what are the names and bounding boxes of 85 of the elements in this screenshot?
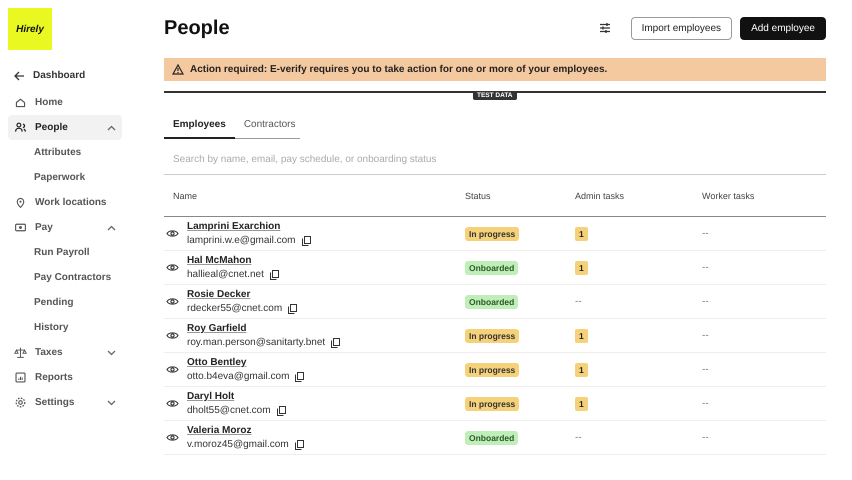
copy-icon[interactable] xyxy=(331,338,340,348)
task-count: 1 xyxy=(575,362,588,376)
nav-item[interactable]: People xyxy=(8,115,122,140)
people-icon xyxy=(14,121,27,134)
status-badge: In progress xyxy=(465,396,520,410)
eye-icon[interactable] xyxy=(166,399,179,408)
copy-icon[interactable] xyxy=(288,304,298,314)
nav-item[interactable]: Taxes xyxy=(8,340,122,365)
scales-icon xyxy=(14,346,27,359)
employee-email: roy.man.person@sanitarty.bnet xyxy=(187,337,326,348)
nav-item[interactable]: Pay xyxy=(8,215,122,240)
employee-name-link[interactable]: Daryl Holt xyxy=(187,391,286,402)
copy-icon[interactable] xyxy=(302,236,311,246)
table-cell: -- xyxy=(702,432,709,443)
table-cell: -- xyxy=(702,262,709,273)
nav-subitem[interactable]: History xyxy=(8,315,122,340)
search-field[interactable]: Search by name, email, pay schedule, or onboarding status xyxy=(164,145,826,175)
copy-icon[interactable] xyxy=(295,372,304,382)
table-cell: -- xyxy=(702,228,709,239)
task-count: 1 xyxy=(575,226,588,240)
status-badge: Onboarded xyxy=(465,294,518,308)
status-badge: In progress xyxy=(465,362,520,376)
table-cell: -- xyxy=(702,364,709,375)
tab[interactable]: Employees xyxy=(164,112,235,139)
settings-icon xyxy=(14,396,27,409)
import-button[interactable]: Import employees xyxy=(630,16,732,40)
task-count: 1 xyxy=(575,396,588,410)
employee-email: otto.b4eva@gmail.com xyxy=(187,371,290,382)
nav-item[interactable]: Work locations xyxy=(8,190,122,215)
alert-message: Action required: E-verify requires you to take action for one or more of your employees. xyxy=(190,64,608,75)
eye-icon[interactable] xyxy=(166,263,179,272)
status-badge: In progress xyxy=(465,226,520,240)
employee-email: hallieal@cnet.net xyxy=(187,269,264,280)
logo[interactable]: Hirely xyxy=(8,8,52,50)
employee-name-link[interactable]: Valeria Moroz xyxy=(187,425,304,436)
eye-icon[interactable] xyxy=(166,297,179,306)
nav-subitem[interactable]: Run Payroll xyxy=(8,240,122,265)
chart-icon xyxy=(14,371,27,384)
employee-email: rdecker55@cnet.com xyxy=(187,303,282,314)
back-link[interactable]: Dashboard xyxy=(8,63,122,88)
eye-icon[interactable] xyxy=(166,331,179,340)
employee-name-link[interactable]: Roy Garfield xyxy=(187,323,340,334)
nav-item[interactable]: Home xyxy=(8,90,122,115)
table-cell: -- xyxy=(575,296,582,307)
nav-subitem[interactable]: Pending xyxy=(8,290,122,315)
column-header: Status xyxy=(456,175,566,217)
status-badge: Onboarded xyxy=(465,430,518,444)
column-header: Name xyxy=(164,175,456,217)
tab[interactable]: Contractors xyxy=(234,112,304,139)
employee-name-link[interactable]: Lamprini Exarchion xyxy=(187,221,311,232)
table-cell: -- xyxy=(702,296,709,307)
status-badge: Onboarded xyxy=(465,260,518,274)
task-count: 1 xyxy=(575,260,588,274)
table-cell: -- xyxy=(702,330,709,341)
table-cell: -- xyxy=(702,398,709,409)
nav-item[interactable]: Reports xyxy=(8,365,122,390)
nav-item[interactable]: Settings xyxy=(8,390,122,415)
left-arrow-icon xyxy=(14,70,25,80)
employee-name-link[interactable]: Hal McMahon xyxy=(187,255,279,266)
add-button[interactable]: Add employee xyxy=(740,16,826,40)
eye-icon[interactable] xyxy=(166,229,179,238)
eye-icon[interactable] xyxy=(166,365,179,374)
nav-subitem[interactable]: Pay Contractors xyxy=(8,265,122,290)
employee-email: dholt55@cnet.com xyxy=(187,405,271,416)
eye-icon[interactable] xyxy=(166,433,179,442)
employee-name-link[interactable]: Rosie Decker xyxy=(187,289,298,300)
employee-email: v.moroz45@gmail.com xyxy=(187,439,289,450)
status-badge: In progress xyxy=(465,328,520,342)
banknote-icon xyxy=(14,221,27,234)
sliders-icon[interactable] xyxy=(598,22,611,34)
column-header: Worker tasks xyxy=(693,175,826,217)
warning-icon xyxy=(172,64,184,75)
map-pin-icon xyxy=(14,196,27,209)
nav-subitem[interactable]: Attributes xyxy=(8,140,122,165)
copy-icon[interactable] xyxy=(294,440,304,450)
employee-name-link[interactable]: Otto Bentley xyxy=(187,357,304,368)
employee-email: lamprini.w.e@gmail.com xyxy=(187,235,296,246)
task-count: 1 xyxy=(575,328,588,342)
page-title: People xyxy=(164,16,231,40)
copy-icon[interactable] xyxy=(270,270,279,280)
nav-subitem[interactable]: Paperwork xyxy=(8,165,122,190)
copy-icon[interactable] xyxy=(276,406,286,416)
table-cell: -- xyxy=(575,432,582,443)
column-header: Admin tasks xyxy=(566,175,693,217)
house-icon xyxy=(14,96,27,109)
